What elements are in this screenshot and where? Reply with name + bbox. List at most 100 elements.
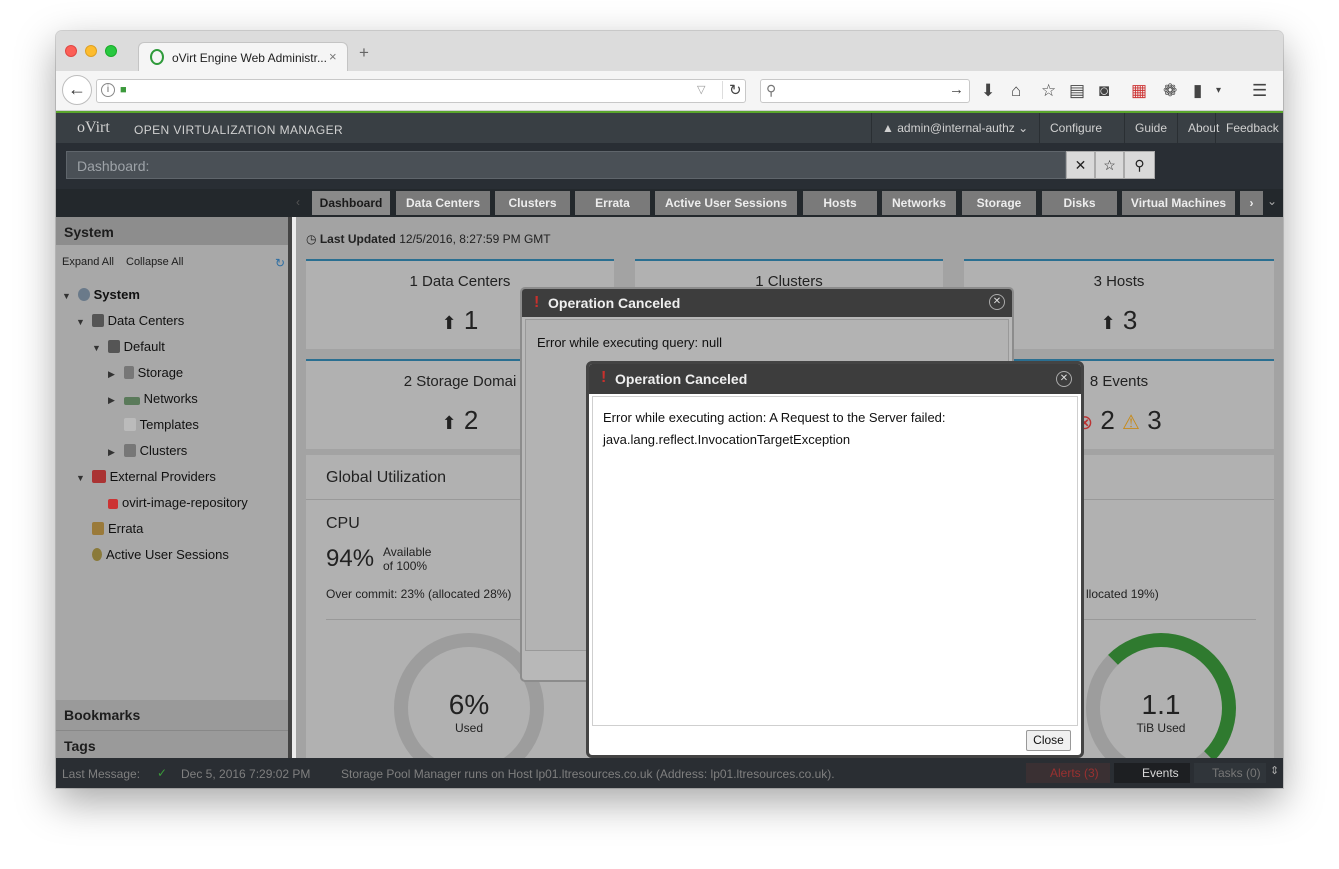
tab-close-icon[interactable]: × <box>329 49 337 64</box>
user-icon <box>92 548 102 561</box>
storage-overcommit: llocated 19%) <box>1086 587 1159 601</box>
guide-link[interactable]: Guide <box>1124 113 1176 143</box>
cpu-label: CPU <box>326 515 360 532</box>
dialog-header: ! Operation Canceled ✕ <box>522 289 1012 317</box>
browser-search-bar[interactable]: ⚲ → <box>760 79 970 103</box>
expand-toggle-icon[interactable]: ▼ <box>76 317 88 327</box>
feedback-link[interactable]: Feedback <box>1215 113 1283 143</box>
browser-navbar: ← i ■ ▽ ↻ ⚲ → ⬇ ⌂ ☆ ▤ ◙ ▦ ❁ ▮ ▾ ☰ <box>56 71 1283 111</box>
errata-icon <box>92 522 104 535</box>
tab-errata[interactable]: Errata <box>575 191 650 215</box>
reload-icon[interactable]: ↻ <box>722 81 742 99</box>
last-message-text: Storage Pool Manager runs on Host lp01.l… <box>341 767 835 781</box>
image-repository-icon <box>108 499 118 509</box>
home-icon[interactable]: ⌂ <box>1011 81 1021 101</box>
expand-all-link[interactable]: Expand All <box>62 256 114 268</box>
provider-icon <box>91 470 106 483</box>
extension-icon[interactable]: ▦ <box>1131 81 1147 101</box>
tab-disks[interactable]: Disks <box>1042 191 1117 215</box>
user-menu[interactable]: ▲ admin@internal-authz ⌄ <box>871 113 1038 143</box>
url-dropdown-icon[interactable]: ▽ <box>697 83 705 96</box>
last-message-label: Last Message: <box>62 767 141 781</box>
tree-item-system[interactable]: ▼ System <box>62 287 140 302</box>
main-tabs: ‹ Dashboard Data Centers Clusters Errata… <box>56 189 1283 217</box>
pocket-icon[interactable]: ◙ <box>1099 81 1109 101</box>
clipboard-icon[interactable]: ▮ <box>1193 81 1202 101</box>
lock-icon: ■ <box>120 84 127 96</box>
expand-toggle-icon[interactable]: ▼ <box>76 473 88 483</box>
expand-toggle-icon[interactable]: ▶ <box>108 369 120 380</box>
tree-item-clusters[interactable]: ▶ Clusters <box>108 443 187 458</box>
bookmarks-pane-header[interactable]: Bookmarks <box>56 700 288 730</box>
expand-toggle-icon[interactable]: ▶ <box>108 395 120 406</box>
search-button[interactable]: ⚲ <box>1124 151 1155 179</box>
warning-triangle-icon: ⚠ <box>1122 412 1140 434</box>
storage-used-value: 1.1 <box>1141 689 1181 720</box>
alerts-button[interactable]: Alerts (3) <box>1026 763 1110 783</box>
dialog-message-line1: Error while executing action: A Request … <box>603 410 946 425</box>
search-query-input[interactable]: Dashboard: <box>66 151 1066 179</box>
expand-toggle-icon[interactable]: ▼ <box>92 343 104 353</box>
tabs-scroll-left-icon[interactable]: ‹ <box>296 195 300 209</box>
expand-toggle-icon[interactable]: ▼ <box>62 291 74 301</box>
tree-item-errata[interactable]: Errata <box>92 521 143 536</box>
new-tab-button[interactable]: + <box>359 44 369 61</box>
tab-hosts[interactable]: Hosts <box>803 191 877 215</box>
tab-networks[interactable]: Networks <box>882 191 956 215</box>
ovirt-favicon-icon <box>150 49 164 65</box>
tab-dashboard[interactable]: Dashboard <box>312 191 390 215</box>
dialog-close-icon[interactable]: ✕ <box>989 294 1005 310</box>
tree-item-storage[interactable]: ▶ Storage <box>108 365 183 380</box>
collapse-all-link[interactable]: Collapse All <box>126 256 183 268</box>
check-icon: ✓ <box>157 766 168 780</box>
tabs-menu-chevron-icon[interactable]: ⌄ <box>1267 194 1277 208</box>
cpu-of-total: of 100% <box>383 559 428 573</box>
bookmark-star-icon[interactable]: ☆ <box>1041 81 1056 101</box>
tab-virtual-machines[interactable]: Virtual Machines <box>1122 191 1235 215</box>
dialog-close-icon[interactable]: ✕ <box>1056 371 1072 387</box>
cpu-used-label: Used <box>454 721 483 735</box>
tree-item-data-centers[interactable]: ▼ Data Centers <box>76 313 184 328</box>
info-icon[interactable]: i <box>101 83 115 97</box>
events-button[interactable]: Events <box>1114 763 1190 783</box>
up-arrow-icon: ⬆ <box>441 313 457 333</box>
status-toggle-icon[interactable]: ⇕ <box>1270 764 1279 777</box>
configure-link[interactable]: Configure <box>1039 113 1115 143</box>
tree-item-networks[interactable]: ▶ Networks <box>108 391 198 406</box>
clear-search-button[interactable]: ✕ <box>1066 151 1095 179</box>
back-button[interactable]: ← <box>62 75 92 105</box>
storage-used-label: TiB Used <box>1136 721 1186 735</box>
bookmark-search-button[interactable]: ☆ <box>1095 151 1124 179</box>
system-tree-pane: System Expand All Collapse All ↻ ▼ Syste… <box>56 217 292 760</box>
tree-item-active-user-sessions[interactable]: Active User Sessions <box>92 547 229 562</box>
tree-item-templates[interactable]: Templates <box>108 417 199 432</box>
minimize-window-button[interactable] <box>85 45 97 57</box>
tab-active-user-sessions[interactable]: Active User Sessions <box>655 191 797 215</box>
reading-list-icon[interactable]: ▤ <box>1069 81 1085 101</box>
close-window-button[interactable] <box>65 45 77 57</box>
chevron-down-icon: ⌄ <box>1018 121 1029 135</box>
overflow-chevron-icon[interactable]: ▾ <box>1216 81 1221 101</box>
addon-icon[interactable]: ❁ <box>1163 81 1177 101</box>
tab-storage[interactable]: Storage <box>962 191 1036 215</box>
zoom-window-button[interactable] <box>105 45 117 57</box>
browser-tab-title: oVirt Engine Web Administr... <box>172 51 327 65</box>
tags-pane-header[interactable]: Tags <box>56 730 288 760</box>
global-utilization-title: Global Utilization <box>326 469 447 486</box>
url-bar[interactable]: i ■ ▽ ↻ <box>96 79 746 103</box>
search-go-icon[interactable]: → <box>949 81 964 98</box>
tab-clusters[interactable]: Clusters <box>495 191 570 215</box>
download-icon[interactable]: ⬇ <box>981 81 995 101</box>
tree-item-external-providers[interactable]: ▼ External Providers <box>76 469 216 484</box>
dialog-header: ! Operation Canceled ✕ <box>589 364 1081 394</box>
browser-tab[interactable]: oVirt Engine Web Administr... × <box>138 42 348 72</box>
tasks-button[interactable]: Tasks (0) <box>1194 763 1266 783</box>
close-button[interactable]: Close <box>1026 730 1071 751</box>
tab-data-centers[interactable]: Data Centers <box>396 191 490 215</box>
refresh-icon[interactable]: ↻ <box>275 256 285 270</box>
expand-toggle-icon[interactable]: ▶ <box>108 447 120 458</box>
menu-icon[interactable]: ☰ <box>1252 81 1267 101</box>
tree-item-ovirt-image-repository[interactable]: ovirt-image-repository <box>108 495 248 510</box>
tabs-scroll-right-icon[interactable]: › <box>1240 191 1263 215</box>
tree-item-default[interactable]: ▼ Default <box>92 339 165 354</box>
